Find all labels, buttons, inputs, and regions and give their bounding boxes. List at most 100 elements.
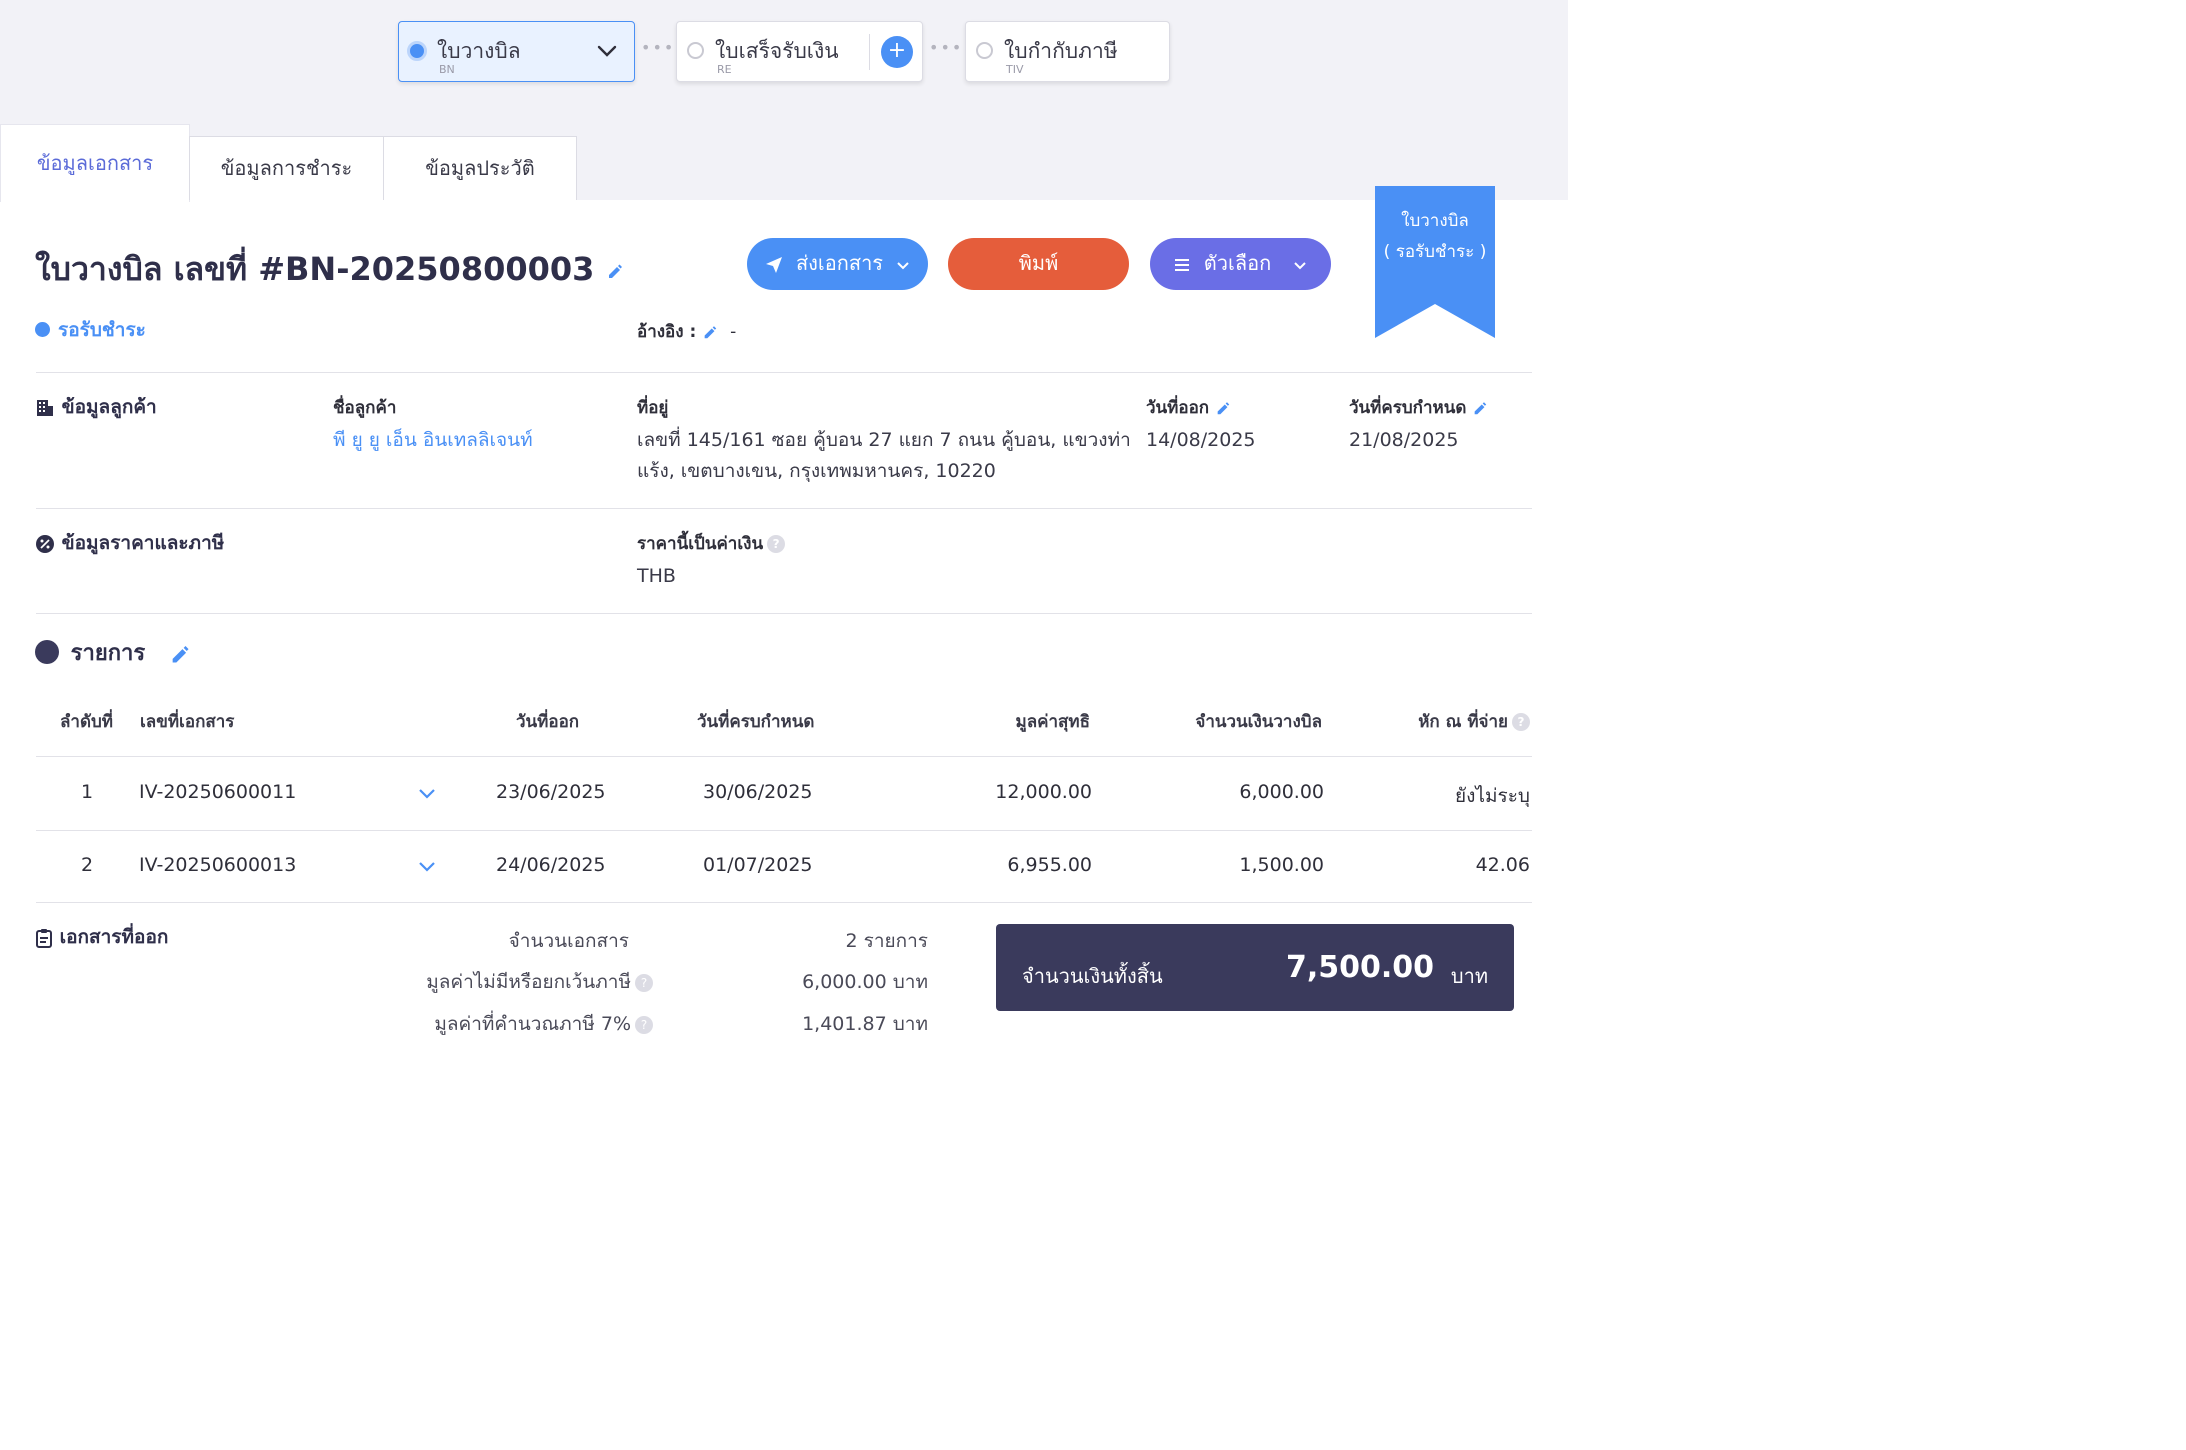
col-header-billed: จำนวนเงินวางบิล <box>1195 712 1322 732</box>
issued-docs-section-label: เอกสารที่ออก <box>35 922 168 952</box>
status-dot <box>35 322 50 337</box>
help-icon[interactable]: ? <box>1512 713 1530 731</box>
row-doc-link[interactable]: IV-20250600013 <box>139 854 296 876</box>
customer-name-label: ชื่อลูกค้า <box>333 398 397 418</box>
vat-label: มูลค่าที่คำนวณภาษี 7%? <box>434 1009 653 1039</box>
pricing-section-label: ข้อมูลราคาและภาษี <box>35 528 224 558</box>
doc-count-label: จำนวนเอกสาร <box>508 930 629 952</box>
col-header-due: วันที่ครบกำหนด <box>697 712 815 732</box>
flow-code-billing: BN <box>439 63 455 76</box>
row-issue-date: 24/06/2025 <box>496 854 606 876</box>
options-label: ตัวเลือก <box>1203 251 1272 275</box>
menu-icon <box>1175 258 1190 271</box>
edit-icon[interactable] <box>1472 400 1488 416</box>
address-value: เลขที่ 145/161 ซอย คู้บอน 27 แยก 7 ถนน ค… <box>637 425 1131 487</box>
customer-name-link[interactable]: พี ยู ยู เอ็น อินเทลลิเจนท์ <box>333 425 533 456</box>
options-button[interactable]: ตัวเลือก <box>1150 238 1331 290</box>
building-icon <box>37 399 53 416</box>
non-vat-label: มูลค่าไม่มีหรือยกเว้นภาษี? <box>426 967 653 997</box>
send-label: ส่งเอกสาร <box>795 251 884 275</box>
flow-connector: ••• <box>641 38 676 57</box>
grand-total-value: 7,500.00 <box>1285 950 1434 985</box>
address-line-2: แร้ง, เขตบางเขน, กรุงเทพมหานคร, 10220 <box>637 460 996 482</box>
row-net: 12,000.00 <box>995 781 1092 803</box>
flow-radio-selected <box>407 41 427 61</box>
divider <box>869 34 870 70</box>
row-due-date: 01/07/2025 <box>703 854 813 876</box>
grand-total-panel: จำนวนเงินทั้งสิ้น 7,500.00 บาท <box>996 924 1514 1011</box>
help-icon[interactable]: ? <box>635 1016 653 1034</box>
col-header-no: ลำดับที่ <box>60 712 114 732</box>
tab-document-info[interactable]: ข้อมูลเอกสาร <box>0 124 190 202</box>
edit-icon[interactable] <box>606 262 624 280</box>
reference-value: - <box>730 322 737 342</box>
vat-value: 1,401.87 บาท <box>802 1013 928 1035</box>
row-due-date: 30/06/2025 <box>703 781 813 803</box>
tab-payment-info[interactable]: ข้อมูลการชำระ <box>189 136 384 200</box>
edit-icon[interactable] <box>702 324 718 340</box>
currency-label-text: ราคานี้เป็นค่าเงิน <box>637 534 764 554</box>
issue-date-label-text: วันที่ออก <box>1146 398 1210 418</box>
due-date-value: 21/08/2025 <box>1349 429 1459 451</box>
flow-step-tax-invoice[interactable]: ใบกำกับภาษี TIV <box>965 21 1170 82</box>
row-billed: 1,500.00 <box>1239 854 1324 876</box>
flow-connector: ••• <box>929 38 964 57</box>
due-date-label-text: วันที่ครบกำหนด <box>1349 398 1467 418</box>
help-icon[interactable]: ? <box>635 974 653 992</box>
tab-history-info[interactable]: ข้อมูลประวัติ <box>383 136 577 200</box>
document-title-text: ใบวางบิล เลขที่ #BN-20250800003 <box>35 250 595 288</box>
col-header-wht-text: หัก ณ ที่จ่าย <box>1418 712 1508 732</box>
chevron-down-icon[interactable] <box>416 859 438 875</box>
ribbon-label: ใบวางบิล ( รอรับชำระ ) <box>1375 206 1495 268</box>
pricing-section-text: ข้อมูลราคาและภาษี <box>61 532 225 554</box>
flow-step-billing[interactable]: ใบวางบิล BN <box>398 21 635 82</box>
address-label: ที่อยู่ <box>637 398 669 418</box>
vat-label-text: มูลค่าที่คำนวณภาษี 7% <box>434 1013 631 1035</box>
ribbon-line2: ( รอรับชำระ ) <box>1383 242 1487 262</box>
row-doc-link[interactable]: IV-20250600011 <box>139 781 296 803</box>
chevron-down-icon <box>1293 261 1306 269</box>
issue-date-label: วันที่ออก <box>1146 394 1231 421</box>
chevron-down-icon[interactable] <box>416 786 438 802</box>
percent-badge-icon <box>36 534 54 553</box>
divider <box>36 902 1532 903</box>
currency-value: THB <box>637 565 676 587</box>
status-badge: รอรับชำระ <box>35 315 146 345</box>
send-document-button[interactable]: ส่งเอกสาร <box>747 238 928 290</box>
send-icon <box>765 256 782 273</box>
chevron-down-icon <box>897 261 910 269</box>
issued-docs-section-text: เอกสารที่ออก <box>59 926 169 948</box>
grand-total-unit: บาท <box>1450 964 1488 988</box>
non-vat-label-text: มูลค่าไม่มีหรือยกเว้นภาษี <box>426 971 631 993</box>
flow-code-tax-invoice: TIV <box>1006 63 1024 76</box>
row-net: 6,955.00 <box>1007 854 1092 876</box>
non-vat-value: 6,000.00 บาท <box>802 971 928 993</box>
bullet-icon <box>35 640 59 664</box>
flow-step-receipt[interactable]: ใบเสร็จรับเงิน RE + <box>676 21 923 82</box>
currency-label: ราคานี้เป็นค่าเงิน? <box>637 530 786 557</box>
customer-section-label: ข้อมูลลูกค้า <box>35 392 157 422</box>
edit-icon[interactable] <box>1215 400 1231 416</box>
doc-count-value: 2 รายการ <box>845 930 928 952</box>
print-button[interactable]: พิมพ์ <box>948 238 1129 290</box>
divider <box>36 508 1532 509</box>
items-section-text: รายการ <box>70 641 146 666</box>
flow-code-receipt: RE <box>717 63 732 76</box>
reference-field: อ้างอิง : - <box>637 318 736 345</box>
edit-icon[interactable] <box>169 643 191 665</box>
help-icon[interactable]: ? <box>767 535 786 553</box>
divider <box>36 830 1532 831</box>
flow-title-receipt: ใบเสร็จรับเงิน <box>715 39 839 63</box>
customer-section-text: ข้อมูลลูกค้า <box>61 396 157 418</box>
divider <box>36 756 1532 757</box>
due-date-label: วันที่ครบกำหนด <box>1349 394 1488 421</box>
address-line-1: เลขที่ 145/161 ซอย คู้บอน 27 แยก 7 ถนน ค… <box>637 429 1131 451</box>
issue-date-value: 14/08/2025 <box>1146 429 1256 451</box>
grand-total-label: จำนวนเงินทั้งสิ้น <box>1022 964 1163 988</box>
flow-radio <box>687 42 704 59</box>
add-receipt-button[interactable]: + <box>881 36 913 68</box>
divider <box>36 372 1532 373</box>
row-wht: 42.06 <box>1475 854 1530 876</box>
row-no: 1 <box>81 781 94 803</box>
chevron-down-icon[interactable] <box>594 38 620 64</box>
